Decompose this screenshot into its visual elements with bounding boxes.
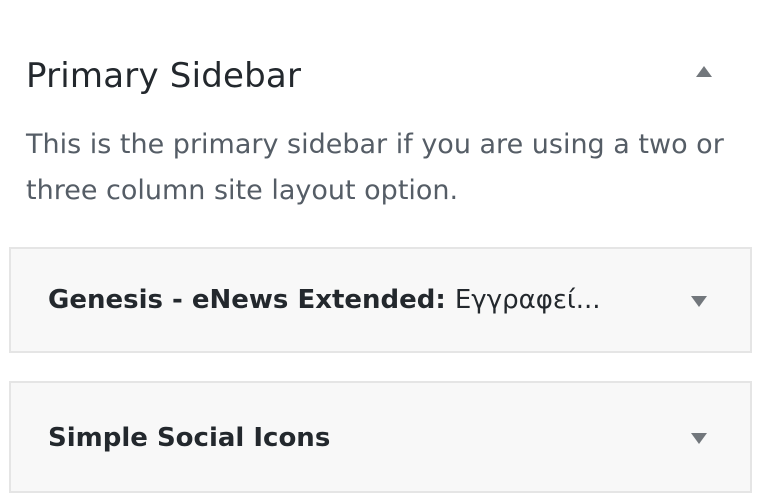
arrow-down-icon[interactable] [691,433,707,444]
sidebar-title: Primary Sidebar [26,56,302,96]
widget-title: Simple Social Icons [48,423,330,453]
widget-simple-social-icons[interactable]: Simple Social Icons [9,381,752,493]
widget-in-title: Εγγραφεί... [454,285,601,315]
widget-name: Genesis - eNews Extended: [48,285,446,315]
widget-genesis-enews-extended[interactable]: Genesis - eNews Extended: Εγγραφεί... [9,247,752,353]
widget-title: Genesis - eNews Extended: Εγγραφεί... [48,285,601,315]
sidebar-description: This is the primary sidebar if you are u… [26,129,724,206]
widget-name: Simple Social Icons [48,423,331,453]
primary-sidebar-panel: Primary Sidebar This is the primary side… [0,0,770,501]
sidebar-section-header[interactable]: Primary Sidebar [26,50,726,100]
arrow-down-icon[interactable] [691,296,707,307]
arrow-up-icon[interactable] [696,66,712,77]
